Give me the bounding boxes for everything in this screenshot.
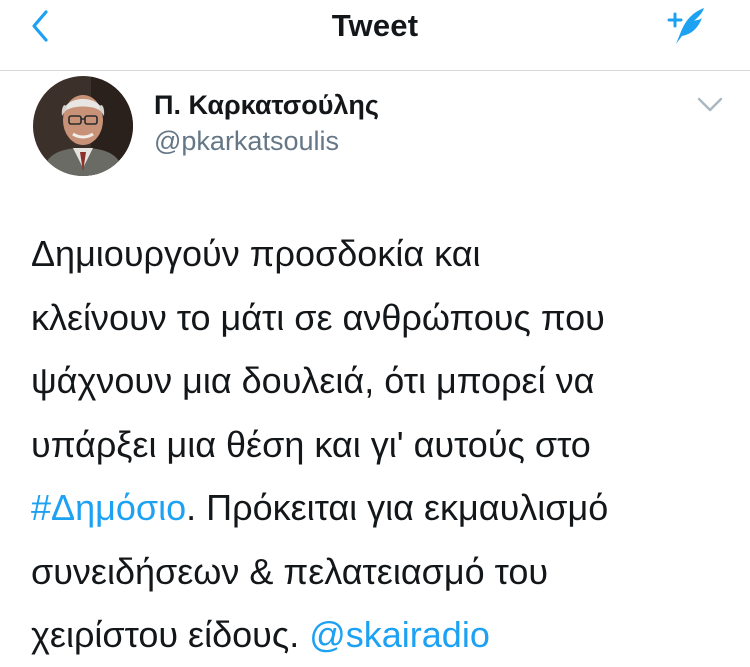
tweet-text-segment: χειρίστου είδους. xyxy=(31,614,310,655)
tweet-text-segment: Δημιουργούν προσδοκία και xyxy=(31,233,481,274)
profile-photo xyxy=(33,76,133,176)
tweet-text-segment: κλείνουν το μάτι σε ανθρώπους που xyxy=(31,296,605,338)
avatar[interactable] xyxy=(33,76,133,176)
tweet-line: #Δημόσιο. Πρόκειται για εκμαυλισμό xyxy=(31,476,736,540)
author-display-name[interactable]: Π. Καρκατσούλης xyxy=(154,90,379,121)
tweet-line: κλείνουν το μάτι σε ανθρώπους που xyxy=(31,286,736,350)
tweet-line: συνειδήσεων & πελατειασμό του xyxy=(31,540,736,604)
back-button[interactable] xyxy=(24,8,60,44)
navigation-bar: Tweet xyxy=(0,0,750,71)
tweet-line: ψάχνουν μια δουλειά, ότι μπορεί να xyxy=(31,349,736,413)
mention-link[interactable]: @skairadio xyxy=(309,614,490,655)
compose-tweet-icon xyxy=(667,8,704,44)
tweet-text-segment: συνειδήσεων & πελατειασμό του xyxy=(31,550,549,592)
hashtag-link[interactable]: #Δημόσιο xyxy=(31,487,186,528)
chevron-left-icon xyxy=(32,10,48,42)
tweet-line: Δημιουργούν προσδοκία και xyxy=(31,222,736,286)
page-title: Tweet xyxy=(331,8,419,43)
tweet-line: υπάρξει μια θέση και γι' αυτούς στο xyxy=(31,413,736,477)
tweet-options-button[interactable] xyxy=(692,90,728,120)
compose-tweet-button[interactable] xyxy=(664,4,710,48)
author-handle[interactable]: @pkarkatsoulis xyxy=(154,126,339,157)
tweet-line: χειρίστου είδους. @skairadio xyxy=(31,603,736,667)
chevron-down-icon xyxy=(697,97,723,112)
tweet-body: Δημιουργούν προσδοκία και κλείνουν το μά… xyxy=(31,222,736,667)
tweet-text-segment: υπάρξει μια θέση και γι' αυτούς στο xyxy=(31,423,591,465)
tweet-text-segment: ψάχνουν μια δουλειά, ότι μπορεί να xyxy=(31,360,595,401)
tweet-text-segment: . Πρόκειται για εκμαυλισμό xyxy=(186,487,609,528)
